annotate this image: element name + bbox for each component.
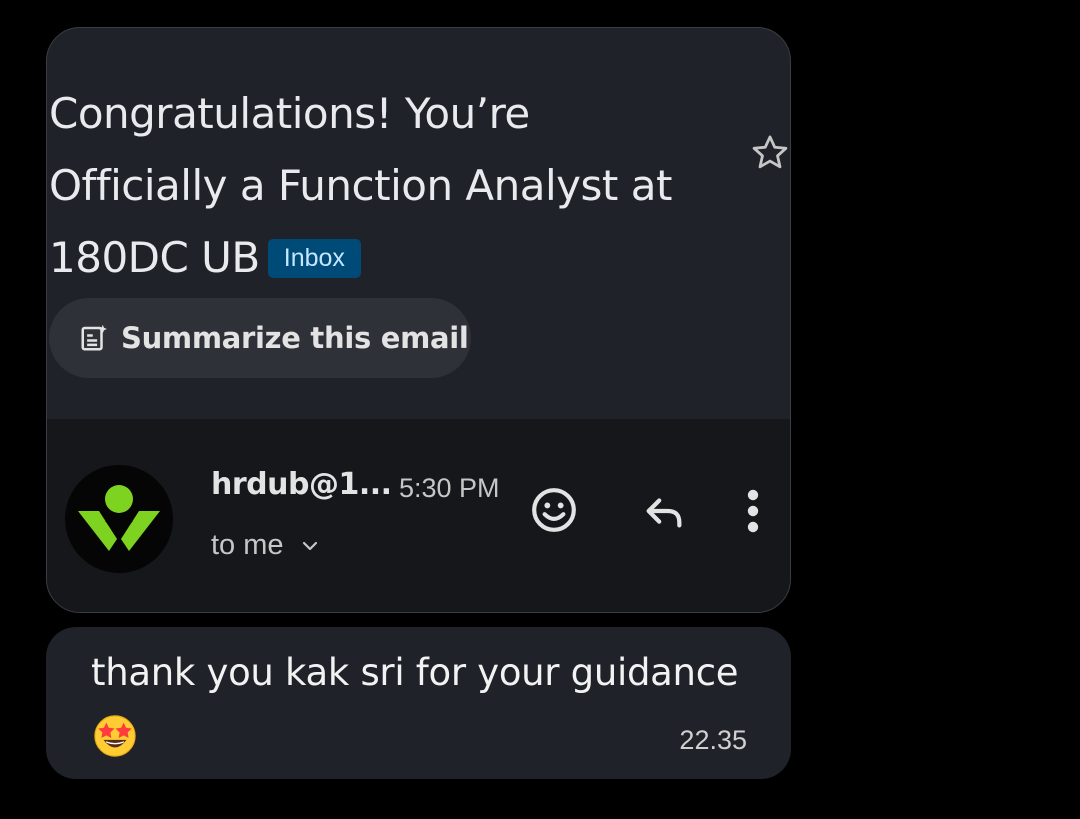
summarize-email-button[interactable]: Summarize this email <box>49 298 471 378</box>
message-bubble[interactable]: thank you kak sri for your guidance 22.3… <box>46 627 791 779</box>
email-screenshot-card[interactable]: Congratulations! You’re Officially a Fun… <box>46 27 791 613</box>
sender-avatar[interactable] <box>65 465 173 573</box>
email-time: 5:30 PM <box>399 473 500 503</box>
star-struck-emoji-icon <box>94 715 136 757</box>
email-subject: Congratulations! You’re Officially a Fun… <box>49 78 699 294</box>
star-icon[interactable] <box>749 132 791 174</box>
more-vertical-icon[interactable] <box>743 487 763 535</box>
inbox-label-badge[interactable]: Inbox <box>267 239 361 278</box>
add-reaction-icon[interactable] <box>529 485 579 535</box>
reply-icon[interactable] <box>641 489 687 535</box>
recipient-details-toggle[interactable]: to me <box>211 529 322 562</box>
summarize-icon <box>81 324 107 351</box>
chat-screen: Congratulations! You’re Officially a Fun… <box>0 0 1080 819</box>
message-text: thank you kak sri for your guidance <box>91 651 739 694</box>
chevron-down-icon <box>302 541 317 550</box>
sender-logo <box>78 485 160 551</box>
message-time: 22.35 <box>679 725 747 755</box>
sender-name: hrdub@1... <box>211 467 392 502</box>
summarize-email-label: Summarize this email <box>121 321 469 355</box>
sender-row: hrdub@1... 5:30 PM to me <box>47 419 790 612</box>
recipient-label: to me <box>211 529 284 561</box>
